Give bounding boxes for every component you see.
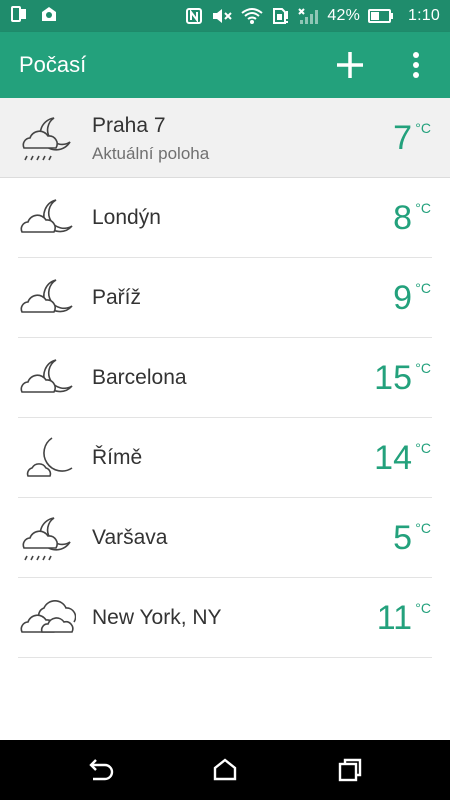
location-row[interactable]: Varšava 5 °C (0, 498, 450, 578)
location-row[interactable]: Římě 14 °C (0, 418, 450, 498)
home-icon (213, 758, 237, 781)
battery-percent: 42% (327, 7, 361, 24)
sim-alert-icon (271, 7, 289, 25)
location-city: Barcelona (92, 366, 187, 389)
location-row-current[interactable]: Praha 7 Aktuální poloha 7 °C (0, 98, 450, 178)
mute-icon (211, 7, 233, 25)
signal-off-icon (297, 7, 319, 25)
dual-screen-icon (10, 5, 28, 28)
temp-unit: °C (415, 200, 431, 216)
night-cloud-icon (20, 359, 73, 393)
location-city: Paříž (92, 286, 142, 309)
page-title: Počasí (19, 52, 87, 77)
divider (18, 657, 432, 658)
location-subtitle: Aktuální poloha (92, 144, 210, 163)
location-temp: 5 (393, 519, 412, 557)
location-temp: 15 (374, 359, 412, 397)
temp-unit: °C (415, 600, 431, 616)
location-temp: 8 (393, 199, 412, 237)
location-city: Londýn (92, 206, 161, 229)
location-row[interactable]: Londýn 8 °C (0, 178, 450, 258)
location-temp: 9 (393, 279, 412, 317)
temp-unit: °C (415, 440, 431, 456)
nfc-icon (185, 7, 203, 25)
location-temp: 14 (374, 439, 412, 477)
night-cloud-icon (20, 199, 73, 233)
temp-unit: °C (415, 520, 431, 536)
location-temp: 11 (376, 599, 412, 637)
temp-unit: °C (415, 360, 431, 376)
temp-unit: °C (415, 120, 431, 136)
status-bar-right: 42% 1:10 (185, 7, 440, 25)
recents-icon (338, 758, 362, 782)
cloudy-icon (20, 600, 76, 633)
location-row[interactable]: Paříž 9 °C (0, 258, 450, 338)
overflow-menu-button[interactable] (404, 49, 428, 81)
home-button[interactable] (210, 755, 240, 785)
status-bar: 42% 1:10 (0, 0, 450, 32)
location-app-icon (40, 5, 58, 28)
clock: 1:10 (408, 7, 440, 24)
status-bar-left (10, 5, 58, 28)
location-city: Varšava (92, 526, 168, 549)
night-cloud-rain-icon (22, 517, 71, 561)
wifi-icon (241, 7, 264, 25)
location-row[interactable]: Barcelona 15 °C (0, 338, 450, 418)
location-city: Římě (92, 446, 143, 469)
location-temp: 7 (393, 119, 412, 157)
temp-unit: °C (415, 280, 431, 296)
battery-icon (368, 9, 394, 23)
app-bar: Počasí (0, 32, 450, 98)
location-city: New York, NY (92, 606, 222, 629)
back-icon (89, 759, 114, 781)
night-cloud-icon (20, 279, 73, 313)
add-location-button[interactable] (334, 49, 366, 81)
more-vertical-icon (413, 52, 419, 78)
recents-button[interactable] (335, 755, 365, 785)
location-row[interactable]: New York, NY 11 °C (0, 578, 450, 658)
night-cloud-rain-icon (22, 117, 71, 161)
system-nav-bar (0, 740, 450, 800)
plus-icon (337, 52, 363, 78)
night-partly-cloudy-icon (26, 437, 73, 477)
location-city: Praha 7 (92, 114, 166, 137)
back-button[interactable] (85, 755, 115, 785)
location-list: Praha 7 Aktuální poloha 7 °C Londýn 8 °C… (0, 98, 450, 658)
